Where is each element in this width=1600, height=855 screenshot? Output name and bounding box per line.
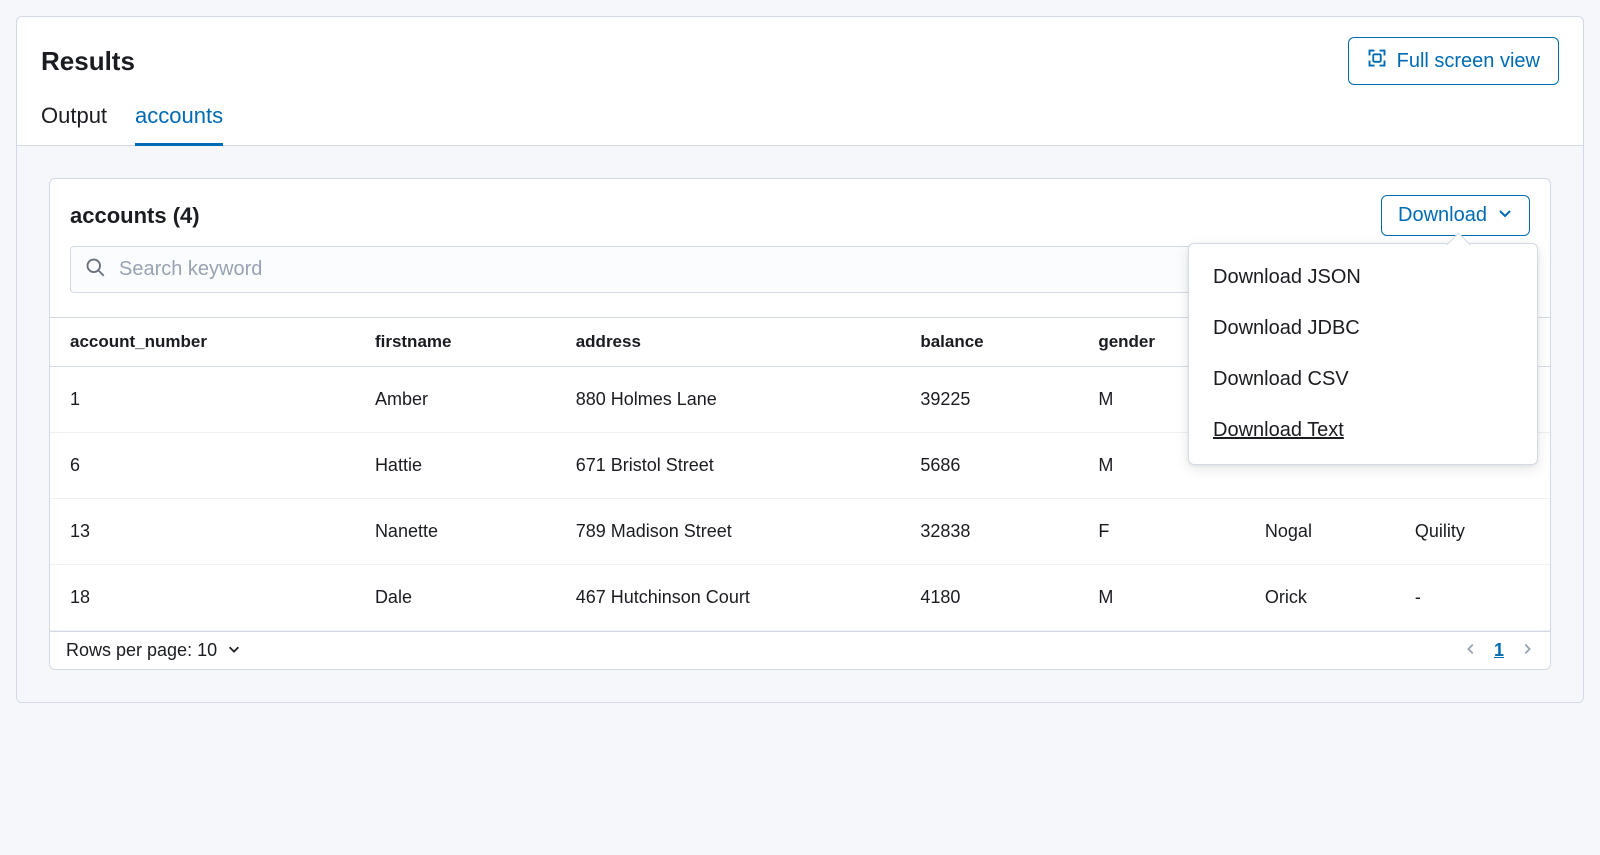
download-menu-item[interactable]: Download JDBC bbox=[1189, 303, 1537, 354]
cell-address: 671 Bristol Street bbox=[556, 433, 901, 499]
cell-firstname: Nanette bbox=[355, 499, 556, 565]
cell-address: 789 Madison Street bbox=[556, 499, 901, 565]
rows-per-page-select[interactable]: Rows per page: 10 bbox=[66, 640, 241, 661]
rows-per-page-label: Rows per page: 10 bbox=[66, 640, 217, 661]
download-menu-item[interactable]: Download Text bbox=[1189, 405, 1537, 456]
chevron-down-icon bbox=[1497, 204, 1513, 227]
results-panel: Results Full screen view Output accounts … bbox=[16, 16, 1584, 703]
cell-address: 467 Hutchinson Court bbox=[556, 565, 901, 631]
column-header[interactable]: firstname bbox=[355, 318, 556, 367]
cell-balance: 39225 bbox=[900, 367, 1078, 433]
chevron-left-icon bbox=[1464, 640, 1478, 660]
page-number[interactable]: 1 bbox=[1494, 640, 1504, 661]
download-menu: Download JSONDownload JDBCDownload CSVDo… bbox=[1188, 243, 1538, 465]
cell-firstname: Amber bbox=[355, 367, 556, 433]
results-card: accounts (4) Download Download JSONDownl… bbox=[49, 178, 1551, 670]
download-button[interactable]: Download bbox=[1381, 195, 1530, 236]
card-title: accounts (4) bbox=[70, 203, 200, 229]
column-header[interactable]: account_number bbox=[50, 318, 355, 367]
cell-firstname: Dale bbox=[355, 565, 556, 631]
cell-balance: 5686 bbox=[900, 433, 1078, 499]
column-header[interactable]: address bbox=[556, 318, 901, 367]
cell-gender: F bbox=[1078, 499, 1245, 565]
cell-gender: M bbox=[1078, 565, 1245, 631]
tabs: Output accounts bbox=[17, 85, 1583, 146]
search-icon bbox=[85, 257, 105, 282]
tab-output[interactable]: Output bbox=[41, 103, 107, 145]
fullscreen-icon bbox=[1367, 48, 1387, 74]
page-title: Results bbox=[41, 46, 135, 77]
next-page-button[interactable] bbox=[1520, 640, 1534, 661]
column-header[interactable]: balance bbox=[900, 318, 1078, 367]
cell-account_number: 6 bbox=[50, 433, 355, 499]
prev-page-button[interactable] bbox=[1464, 640, 1478, 661]
table-row[interactable]: 18Dale467 Hutchinson Court4180MOrick- bbox=[50, 565, 1550, 631]
cell-city: Orick bbox=[1245, 565, 1395, 631]
cell-employer: - bbox=[1395, 565, 1550, 631]
download-label: Download bbox=[1398, 204, 1487, 227]
tab-accounts[interactable]: accounts bbox=[135, 103, 223, 146]
cell-city: Nogal bbox=[1245, 499, 1395, 565]
cell-balance: 32838 bbox=[900, 499, 1078, 565]
chevron-right-icon bbox=[1520, 640, 1534, 660]
full-screen-label: Full screen view bbox=[1397, 50, 1540, 73]
cell-account_number: 1 bbox=[50, 367, 355, 433]
table-row[interactable]: 13Nanette789 Madison Street32838FNogalQu… bbox=[50, 499, 1550, 565]
download-menu-item[interactable]: Download CSV bbox=[1189, 354, 1537, 405]
cell-account_number: 13 bbox=[50, 499, 355, 565]
full-screen-button[interactable]: Full screen view bbox=[1348, 37, 1559, 85]
cell-account_number: 18 bbox=[50, 565, 355, 631]
cell-firstname: Hattie bbox=[355, 433, 556, 499]
cell-employer: Quility bbox=[1395, 499, 1550, 565]
cell-address: 880 Holmes Lane bbox=[556, 367, 901, 433]
cell-balance: 4180 bbox=[900, 565, 1078, 631]
chevron-down-icon bbox=[227, 640, 241, 661]
download-menu-item[interactable]: Download JSON bbox=[1189, 252, 1537, 303]
